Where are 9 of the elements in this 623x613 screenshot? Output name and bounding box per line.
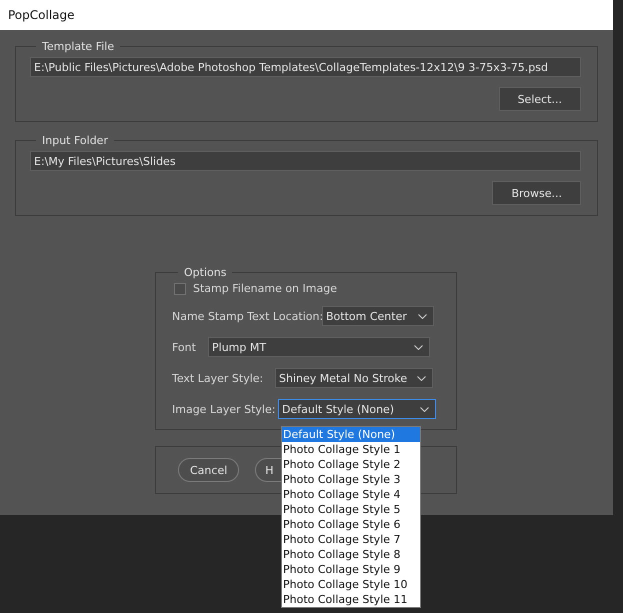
checkbox-label: Stamp Filename on Image xyxy=(193,282,337,295)
group-label: Template File xyxy=(41,40,116,53)
field-label: Image Layer Style: xyxy=(172,402,276,416)
field-label: Name Stamp Text Location: xyxy=(172,310,322,322)
field-label: Font xyxy=(172,340,197,354)
field-label: Text Layer Style: xyxy=(172,372,264,384)
window-title: PopCollage xyxy=(7,8,75,22)
group-label: Input Folder xyxy=(41,134,109,147)
group-label: Options xyxy=(183,266,228,279)
